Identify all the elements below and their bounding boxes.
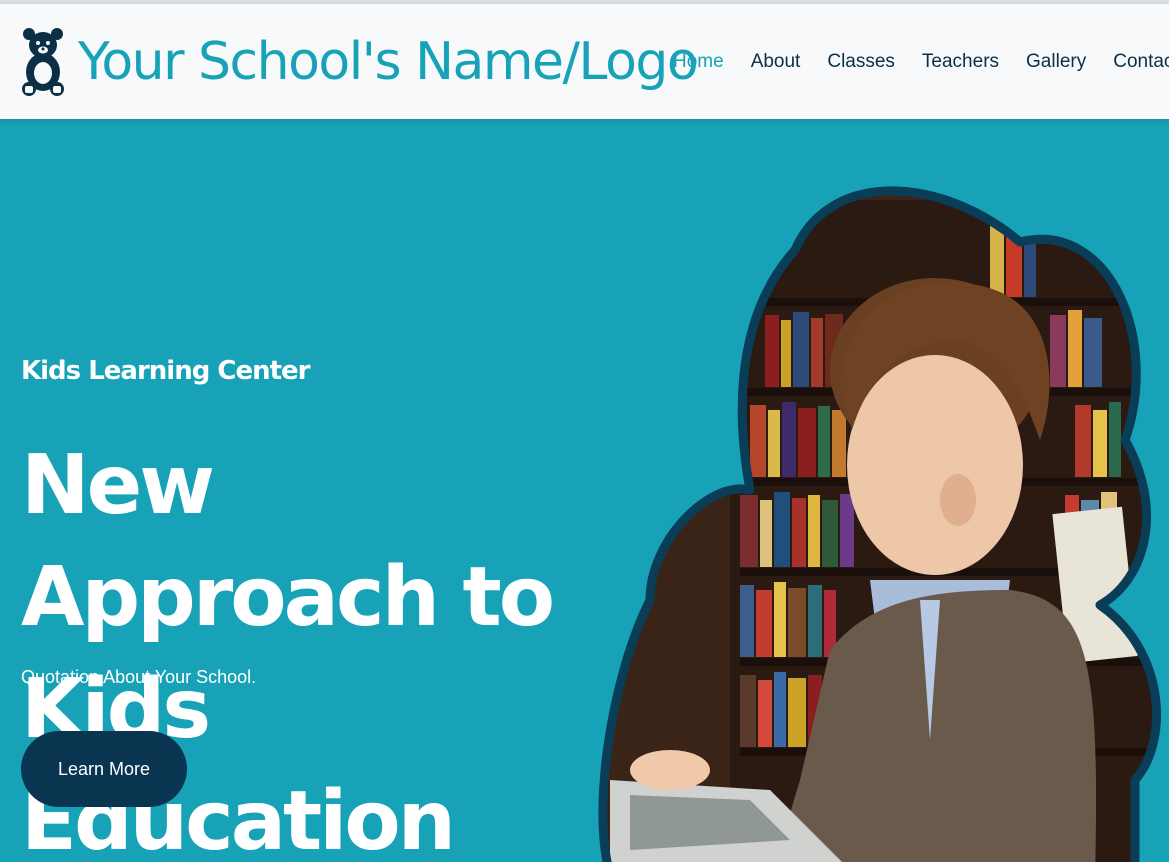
nav-about[interactable]: About: [751, 51, 801, 73]
nav-teachers[interactable]: Teachers: [922, 51, 999, 73]
nav-home[interactable]: Home: [673, 51, 724, 73]
nav-gallery[interactable]: Gallery: [1026, 51, 1086, 73]
main-nav: Home About Classes Teachers Gallery Cont…: [673, 51, 1169, 73]
brand-link[interactable]: Your School's Name/Logo: [22, 27, 699, 97]
learn-more-button[interactable]: Learn More: [21, 731, 187, 807]
hero-subtitle: Kids Learning Center: [21, 356, 310, 386]
hero-quote: Quotation About Your School.: [21, 667, 257, 687]
nav-contact[interactable]: Contact: [1113, 51, 1169, 73]
navbar: Your School's Name/Logo Home About Class…: [0, 4, 1169, 119]
hero-image: [598, 186, 1162, 862]
teddy-bear-icon: [22, 27, 64, 96]
brand-name: Your School's Name/Logo: [78, 31, 699, 92]
nav-classes[interactable]: Classes: [827, 51, 895, 73]
